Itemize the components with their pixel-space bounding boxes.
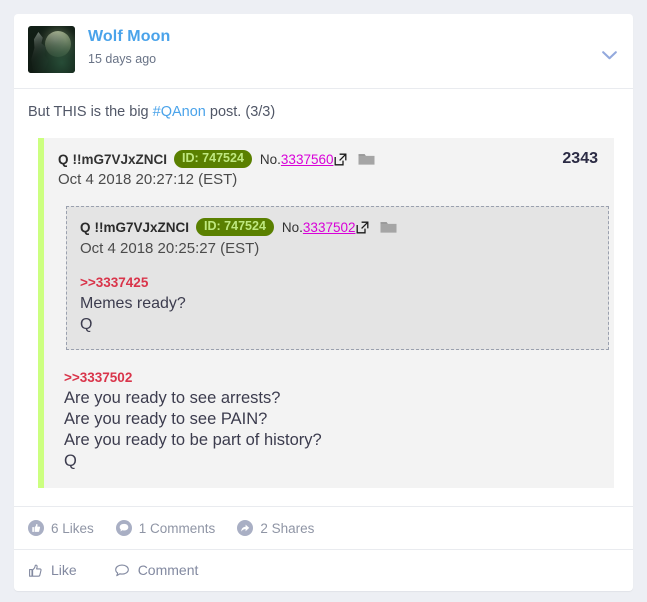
quote-line: Are you ready to be part of history? — [64, 431, 322, 449]
post-options-button[interactable] — [598, 44, 620, 66]
thumbs-up-outline-icon — [28, 563, 43, 578]
quote-number-inner: No.3337502 — [282, 220, 356, 235]
quote-number-link-outer[interactable]: 3337560 — [281, 152, 334, 167]
post-text-after: post. (3/3) — [205, 104, 276, 120]
stat-likes[interactable]: 6 Likes — [28, 520, 94, 536]
chevron-down-icon — [601, 50, 617, 60]
action-label: Like — [51, 562, 77, 578]
quote-author-outer: Q — [58, 151, 69, 167]
action-label: Comment — [137, 562, 199, 578]
quoted-post-inner: Q !!mG7VJxZNCI ID: 747524 No.3337502 Oct… — [66, 206, 609, 350]
quote-author-inner: Q — [80, 219, 91, 235]
quote-line: Are you ready to see arrests? — [64, 389, 281, 407]
post-card: Wolf Moon 15 days ago But THIS is the bi… — [14, 14, 633, 591]
comment-button[interactable]: Comment — [114, 562, 199, 578]
post-timestamp: 15 days ago — [88, 52, 157, 66]
folder-icon[interactable] — [380, 220, 397, 234]
actions-bar: Like Comment — [14, 550, 633, 591]
like-button[interactable]: Like — [28, 562, 77, 578]
folder-icon[interactable] — [358, 152, 375, 166]
quote-reply-count: 2343 — [562, 150, 598, 167]
quote-reference-inner[interactable]: >>3337425 — [80, 273, 595, 293]
stats-bar: 6 Likes 1 Comments 2 Shares — [14, 507, 633, 549]
quote-number-outer: No.3337560 — [260, 152, 334, 167]
hashtag-link[interactable]: #QAnon — [153, 104, 206, 120]
stat-comments[interactable]: 1 Comments — [115, 520, 216, 536]
avatar[interactable] — [28, 26, 75, 73]
quote-tripcode-inner: !!mG7VJxZNCI — [94, 219, 190, 235]
quote-number-label-inner: No. — [281, 219, 303, 235]
quote-line: Memes ready? — [80, 295, 186, 312]
quote-header-outer: Q !!mG7VJxZNCI ID: 747524 No.3337560 234… — [58, 150, 600, 168]
comment-circle-icon — [115, 520, 132, 536]
quote-id-badge-outer: ID: 747524 — [174, 150, 252, 168]
header-meta: Wolf Moon 15 days ago — [88, 26, 170, 68]
quote-reference-outer[interactable]: >>3337502 — [64, 368, 600, 388]
quoted-post-outer: Q !!mG7VJxZNCI ID: 747524 No.3337560 234… — [38, 138, 614, 488]
external-link-icon[interactable] — [334, 153, 347, 166]
stat-label: 2 Shares — [260, 520, 315, 536]
post-header: Wolf Moon 15 days ago — [14, 14, 633, 78]
post-text: But THIS is the big #QAnon post. (3/3) — [28, 102, 619, 122]
stat-shares[interactable]: 2 Shares — [237, 520, 314, 536]
external-link-icon[interactable] — [356, 221, 369, 234]
quote-id-badge-inner: ID: 747524 — [196, 218, 274, 236]
quote-tripcode-outer: !!mG7VJxZNCI — [72, 151, 168, 167]
stat-label: 6 Likes — [51, 520, 94, 536]
share-circle-icon — [237, 520, 254, 536]
thumbs-up-circle-icon — [28, 520, 44, 536]
quote-content-outer: >>3337502 Are you ready to see arrests? … — [64, 368, 600, 472]
post-text-before: But THIS is the big — [28, 104, 153, 120]
quote-number-link-inner[interactable]: 3337502 — [303, 220, 356, 235]
quote-line: Q — [80, 316, 93, 333]
quote-content-inner: >>3337425 Memes ready? Q — [80, 273, 595, 335]
stat-label: 1 Comments — [138, 520, 216, 536]
author-name[interactable]: Wolf Moon — [88, 27, 170, 47]
quote-line: Q — [64, 452, 77, 470]
quote-date-inner: Oct 4 2018 20:25:27 (EST) — [80, 240, 260, 257]
avatar-overlay — [28, 26, 75, 73]
quote-date-outer: Oct 4 2018 20:27:12 (EST) — [58, 171, 238, 188]
comment-outline-icon — [114, 563, 130, 578]
quote-header-inner: Q !!mG7VJxZNCI ID: 747524 No.3337502 — [80, 218, 595, 236]
quote-line: Are you ready to see PAIN? — [64, 410, 268, 428]
quote-number-label-outer: No. — [259, 151, 281, 167]
post-body: But THIS is the big #QAnon post. (3/3) Q… — [14, 89, 633, 488]
